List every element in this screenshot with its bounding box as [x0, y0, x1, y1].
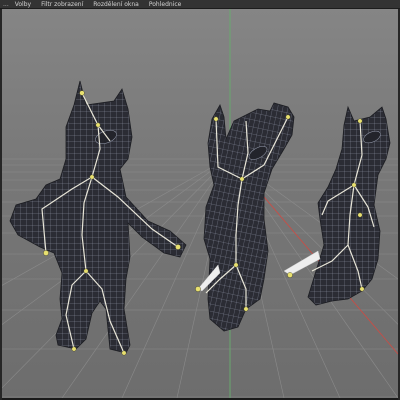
menu-item-pohlednice[interactable]: Pohlednice	[149, 0, 182, 9]
menu-overflow[interactable]: ...	[3, 0, 9, 9]
viewport-3d[interactable]	[2, 9, 398, 400]
menu-item-filtr-zobrazeni[interactable]: Filtr zobrazení	[41, 0, 83, 9]
menu-bar: ... Volby Filtr zobrazení Rozdělení okna…	[0, 0, 400, 9]
menu-item-rozdeleni-okna[interactable]: Rozdělení okna	[93, 0, 139, 9]
viewport-canvas	[2, 9, 398, 398]
menu-item-volby[interactable]: Volby	[15, 0, 31, 9]
